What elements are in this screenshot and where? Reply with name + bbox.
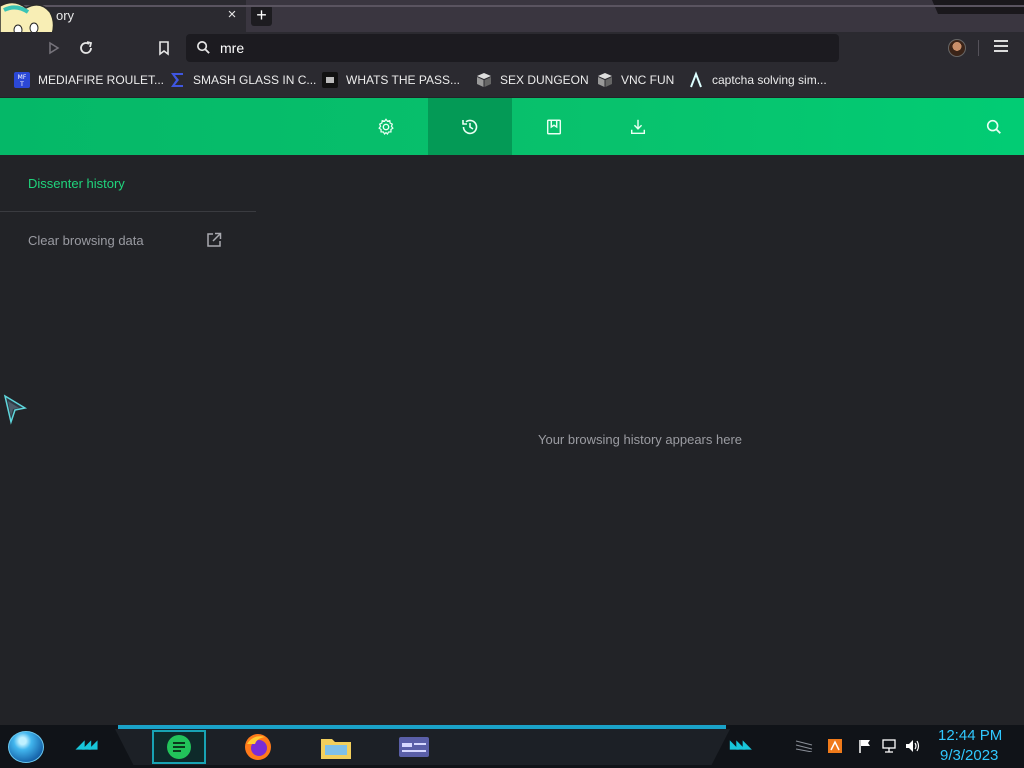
bookmark-label: MEDIAFIRE ROULET... [38, 73, 165, 87]
tab-history[interactable] [428, 98, 512, 155]
sidebar-item-history[interactable]: Dissenter history [28, 176, 125, 191]
taskbar-glow [118, 725, 726, 729]
toolbar-divider [978, 40, 979, 56]
taskbar: ◢◢◢ ◣◣◣ 12:44 PM 9/3/2023 [0, 725, 1024, 768]
download-icon [630, 119, 646, 134]
tab-title: ory [56, 8, 75, 23]
cube-icon [475, 71, 493, 89]
sigma-icon [168, 71, 186, 89]
profile-avatar[interactable] [948, 39, 966, 57]
cube-icon [596, 71, 614, 89]
chevrons-left-icon: ◢◢◢ [76, 739, 97, 751]
address-bar[interactable]: mre [186, 34, 839, 62]
taskbar-app-window[interactable] [387, 730, 441, 764]
bookmark-page-icon[interactable] [154, 38, 174, 58]
browser-tab[interactable]: ory × [0, 0, 246, 32]
external-link-icon[interactable] [205, 231, 223, 249]
bookmark-label: VNC FUN [621, 73, 675, 87]
mediafire-icon: MF T [13, 71, 31, 89]
window-controls[interactable] [932, 0, 1024, 14]
clock-date[interactable]: 9/3/2023 [940, 747, 998, 764]
firefox-icon [245, 734, 271, 760]
bookmark-label: SEX DUNGEON [500, 73, 589, 87]
flag-icon[interactable] [856, 738, 874, 754]
bookmarks-bar: MF T MEDIAFIRE ROULET... SMASH GLASS IN C… [0, 64, 1024, 97]
browser-toolbar: mre [0, 32, 1024, 64]
search-icon [197, 41, 210, 54]
clock-time[interactable]: 12:44 PM [938, 727, 1002, 744]
tab-downloads[interactable] [596, 98, 680, 155]
new-tab-button[interactable]: + [251, 5, 272, 26]
bookmark-item[interactable]: SEX DUNGEON [475, 70, 589, 90]
screen: ory × + mre MF T MEDIAFIRE ROULET... SMA… [0, 0, 1024, 768]
address-input[interactable]: mre [220, 40, 244, 56]
start-button[interactable] [8, 731, 44, 763]
bookmark-icon [546, 119, 562, 134]
svg-text:MF: MF [18, 74, 27, 81]
page-header [0, 98, 1024, 155]
reload-icon[interactable] [76, 38, 96, 58]
show-desktop-icon[interactable] [795, 738, 813, 754]
taskbar-app-notes[interactable] [152, 730, 206, 764]
bookmark-item[interactable]: WHATS THE PASS... [321, 70, 460, 90]
notes-icon [167, 735, 191, 759]
network-icon[interactable] [880, 738, 898, 754]
mouse-cursor [3, 394, 28, 425]
bookmark-label: SMASH GLASS IN C... [193, 73, 317, 87]
empty-history-message: Your browsing history appears here [537, 432, 743, 447]
bookmark-item[interactable]: VNC FUN [596, 70, 674, 90]
bookmark-item[interactable]: MF T MEDIAFIRE ROULET... [13, 70, 164, 90]
forward-icon[interactable] [44, 38, 64, 58]
tab-strip: ory × + [0, 0, 1024, 32]
search-button[interactable] [980, 113, 1008, 141]
menu-icon[interactable] [994, 40, 1008, 54]
bookmark-label: WHATS THE PASS... [346, 73, 461, 87]
bookmark-label: captcha solving sim... [712, 73, 827, 87]
chevrons-right-icon: ◣◣◣ [730, 739, 751, 751]
svg-text:T: T [19, 81, 24, 88]
clear-browsing-data-link[interactable]: Clear browsing data [28, 233, 144, 248]
tab-settings[interactable] [344, 98, 428, 155]
app-icon [321, 71, 339, 89]
taskbar-app-firefox[interactable] [231, 730, 285, 764]
bookmark-item[interactable]: captcha solving sim... [687, 70, 827, 90]
window-icon [399, 737, 429, 757]
tab-bookmarks[interactable] [512, 98, 596, 155]
taskbar-app-files[interactable] [309, 730, 363, 764]
history-sidebar: Dissenter history Clear browsing data [0, 155, 256, 725]
history-icon [462, 119, 478, 134]
sidebar-divider [0, 211, 256, 212]
file-manager-icon [321, 739, 351, 759]
tab-close-icon[interactable]: × [224, 6, 240, 24]
gear-icon [378, 117, 394, 135]
tray-app-icon[interactable] [826, 738, 844, 754]
lambda-icon [687, 71, 705, 89]
bookmark-item[interactable]: SMASH GLASS IN C... [168, 70, 316, 90]
search-icon [986, 119, 1001, 134]
volume-icon[interactable] [904, 738, 922, 754]
